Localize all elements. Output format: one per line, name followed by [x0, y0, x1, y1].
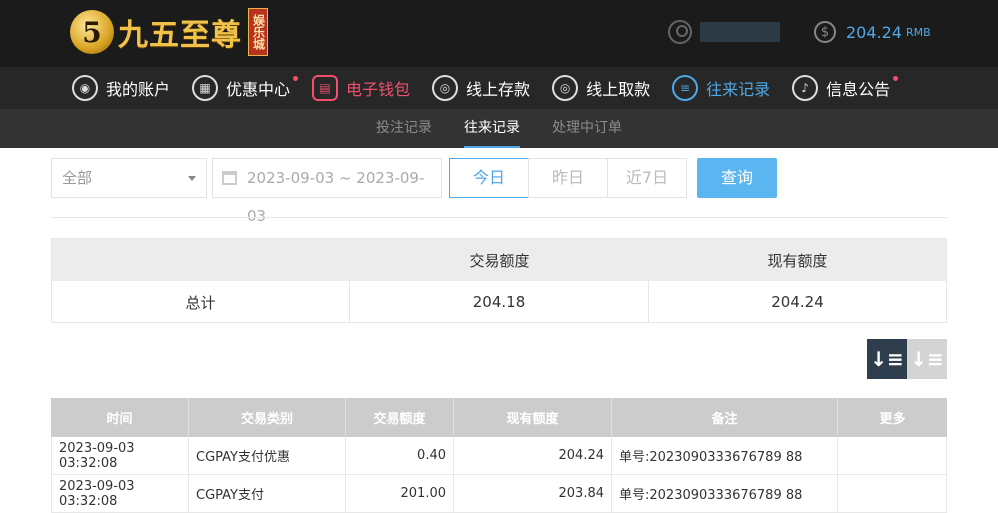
nav-item-promotions[interactable]: ▦ 优惠中心	[192, 67, 299, 109]
sort-descending-button[interactable]: ↓≡	[867, 339, 907, 379]
tab-bet-records[interactable]: 投注记录	[376, 109, 432, 148]
nav-label: 信息公告	[826, 80, 891, 99]
summary-header-cell: 现有额度	[767, 251, 828, 270]
column-header: 更多	[879, 412, 906, 427]
deposit-icon: ◎	[432, 75, 459, 101]
notification-dot	[893, 76, 899, 81]
nav-item-wallet[interactable]: ▤ 电子钱包	[312, 67, 410, 109]
notification-dot	[293, 76, 299, 81]
type-select[interactable]: 全部	[51, 158, 207, 198]
divider	[51, 217, 947, 218]
more-cell[interactable]	[838, 437, 947, 474]
table-row: 2023-09-03 03:32:08 CGPAY支付 201.00 203.8…	[51, 475, 947, 513]
summary-header-cell	[52, 239, 350, 281]
type-cell: CGPAY支付优惠	[189, 437, 346, 474]
dollar-icon: $	[814, 21, 836, 43]
time-cell: 2023-09-03 03:32:08	[52, 437, 189, 474]
chevron-down-icon	[188, 176, 196, 181]
balance-cell: 203.84	[454, 475, 612, 512]
wallet-icon: ▤	[312, 75, 339, 101]
sub-nav: 投注记录 往来记录 处理中订单	[0, 109, 998, 148]
note-cell: 单号:2023090333676789 88	[612, 437, 838, 474]
sort-ascending-button[interactable]: ↓≡	[907, 339, 947, 379]
user-icon: ◉	[72, 75, 98, 101]
username-masked	[700, 22, 780, 42]
query-button[interactable]: 查询	[697, 158, 777, 198]
summary-header-cell: 交易额度	[469, 251, 530, 270]
tab-pending-orders[interactable]: 处理中订单	[552, 109, 622, 148]
column-header: 交易额度	[346, 398, 454, 437]
table-row: 2023-09-03 03:32:08 CGPAY支付优惠 0.40 204.2…	[51, 437, 947, 475]
sort-desc-icon: ↓≡	[870, 347, 904, 371]
withdraw-icon: ◎	[552, 75, 579, 101]
amount-cell: 201.00	[346, 475, 454, 512]
summary-row: 总计 204.18 204.24	[52, 281, 946, 323]
nav-label: 往来记录	[706, 80, 771, 99]
user-area: $ 204.24 RMB	[668, 17, 931, 47]
today-button[interactable]: 今日	[449, 158, 529, 198]
amount-cell: 0.40	[346, 437, 454, 474]
balance-amount: 204.24	[846, 22, 902, 42]
column-header: 时间	[51, 398, 189, 437]
nav-label: 优惠中心	[226, 80, 291, 99]
column-header: 交易类别	[189, 398, 346, 437]
column-header: 备注	[612, 398, 838, 437]
main-nav: ◉ 我的账户 ▦ 优惠中心 ▤ 电子钱包 ◎ 线上存款 ◎ 线上取款 ≡ 往来记…	[0, 67, 998, 109]
records-table: 时间 交易类别 交易额度 现有额度 备注 更多 2023-09-03 03:32…	[51, 398, 947, 513]
calendar-icon	[222, 171, 237, 185]
more-cell[interactable]	[838, 475, 947, 512]
nav-item-announcements[interactable]: ♪ 信息公告	[792, 67, 899, 109]
balance-cell: 204.24	[454, 437, 612, 474]
logo-mark: 5	[70, 10, 114, 54]
time-cell: 2023-09-03 03:32:08	[52, 475, 189, 512]
note-cell: 单号:2023090333676789 88	[612, 475, 838, 512]
records-icon: ≡	[672, 75, 699, 101]
nav-item-account[interactable]: ◉ 我的账户	[72, 67, 170, 109]
summary-header: 交易额度 现有额度	[52, 239, 946, 281]
nav-label: 线上取款	[586, 80, 651, 99]
type-cell: CGPAY支付	[189, 475, 346, 512]
bell-icon: ♪	[792, 75, 819, 101]
records-header: 时间 交易类别 交易额度 现有额度 备注 更多	[51, 398, 947, 437]
summary-cell: 204.24	[771, 293, 824, 311]
nav-label: 线上存款	[466, 80, 531, 99]
summary-cell: 204.18	[350, 281, 649, 323]
date-range-input[interactable]: 2023-09-03 ~ 2023-09-03	[212, 158, 442, 225]
logo-tag: 娱乐城	[248, 8, 268, 56]
yesterday-button[interactable]: 昨日	[528, 158, 608, 198]
gift-icon: ▦	[192, 75, 219, 101]
site-logo[interactable]: 5 九五至尊 娱乐城	[70, 6, 268, 58]
type-select-value: 全部	[62, 169, 93, 187]
nav-label: 我的账户	[106, 80, 171, 99]
logo-text: 九五至尊	[118, 18, 242, 53]
nav-item-withdraw[interactable]: ◎ 线上取款	[552, 67, 650, 109]
nav-item-deposit[interactable]: ◎ 线上存款	[432, 67, 530, 109]
balance-currency: RMB	[905, 25, 931, 39]
nav-label: 电子钱包	[346, 80, 411, 99]
tab-transaction-records[interactable]: 往来记录	[464, 109, 520, 148]
last-7-days-button[interactable]: 近7日	[607, 158, 687, 198]
summary-table: 交易额度 现有额度 总计 204.18 204.24	[51, 238, 947, 323]
top-bar: 5 九五至尊 娱乐城 $ 204.24 RMB	[0, 0, 998, 67]
column-header: 现有额度	[454, 398, 612, 437]
sort-asc-icon: ↓≡	[910, 347, 944, 371]
summary-cell: 总计	[52, 281, 350, 323]
nav-item-records[interactable]: ≡ 往来记录	[672, 67, 770, 109]
user-icon[interactable]	[668, 20, 692, 44]
